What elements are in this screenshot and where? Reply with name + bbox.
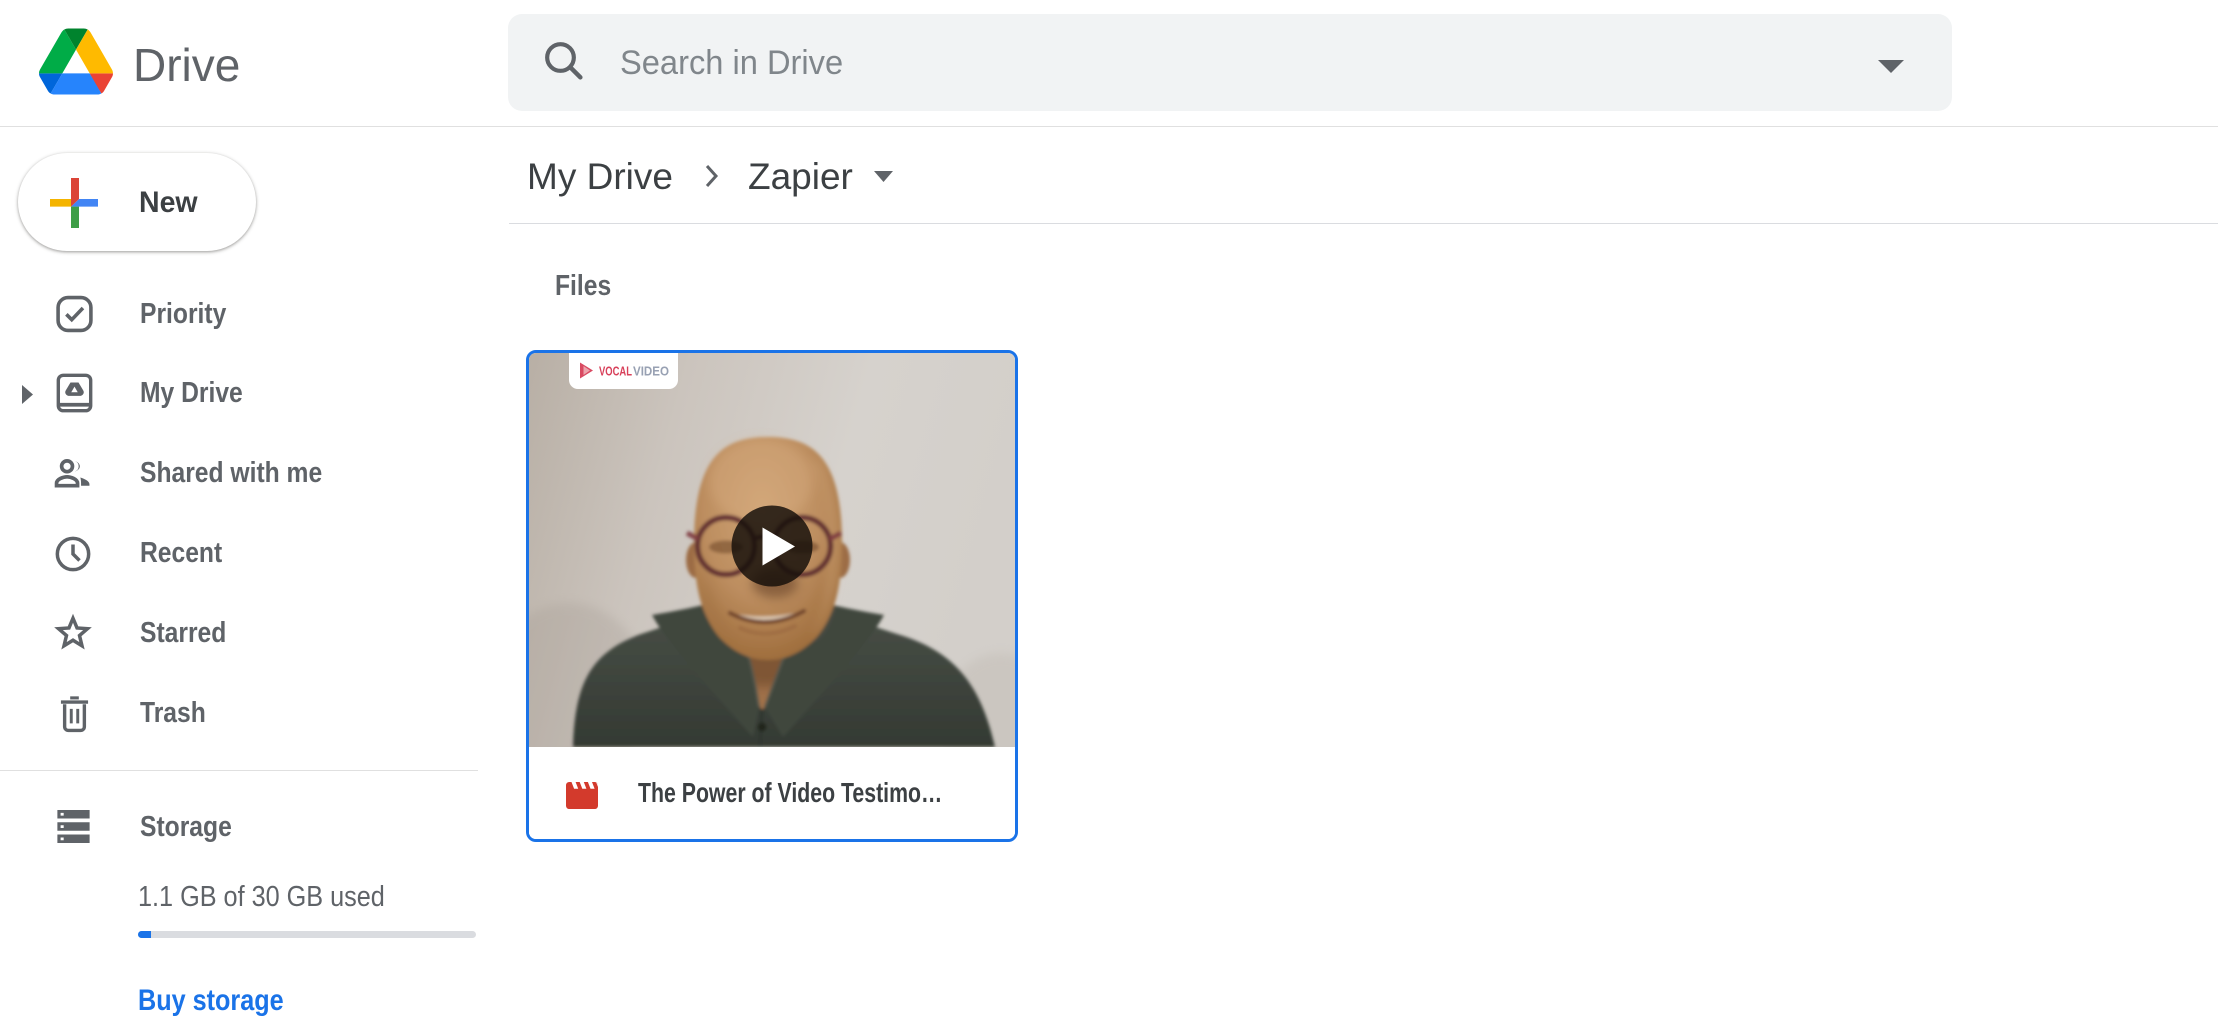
- svg-text:VIDEO: VIDEO: [633, 364, 669, 379]
- svg-text:VOCAL: VOCAL: [599, 364, 632, 379]
